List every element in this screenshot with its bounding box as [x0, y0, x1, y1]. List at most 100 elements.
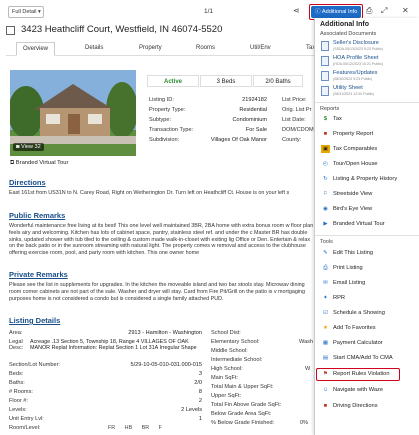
- detail-label: Levels:: [9, 407, 27, 413]
- tool-schedule-showing[interactable]: ☑ Schedule a Showing: [321, 309, 385, 317]
- tool-label: RPR: [333, 295, 346, 301]
- report-branded-virtual-tour[interactable]: ▶ Branded Virtual Tour: [321, 220, 384, 228]
- document-name: HOA Profile Sheet: [333, 55, 379, 61]
- external-link-icon: ⧉: [10, 160, 15, 166]
- document-icon: [321, 41, 329, 51]
- tool-rpr[interactable]: ✦ RPR: [321, 294, 345, 302]
- document-meta: (SSDA.05/13/2023 9:23 Public): [333, 47, 383, 51]
- private-remarks-heading: Private Remarks: [9, 270, 68, 279]
- tool-email-listing[interactable]: ✉ Email Listing: [321, 279, 365, 287]
- star-icon: ★: [322, 325, 329, 331]
- calendar-icon: ◴: [323, 161, 328, 167]
- report-tax[interactable]: $ Tax: [321, 115, 342, 123]
- tax-comparables-icon: ▣: [321, 145, 330, 153]
- detail-value: 3: [198, 371, 202, 377]
- chevron-down-icon: ▾: [37, 9, 41, 15]
- detail-view-value: Full Detail: [12, 9, 37, 15]
- detail-label: Section/Lot Number:: [9, 362, 60, 368]
- detail-label: Intermediate School:: [211, 357, 263, 363]
- dollar-icon: $: [323, 116, 328, 122]
- detail-label: Middle School:: [211, 348, 248, 354]
- tool-edit-listing[interactable]: ✎ Edit This Listing: [321, 249, 373, 257]
- public-remarks-heading: Public Remarks: [9, 211, 66, 220]
- document-item[interactable]: Seller's Disclosure (SSDA.05/13/2023 9:2…: [321, 40, 416, 53]
- expand-icon[interactable]: ⤢: [381, 6, 387, 16]
- field-label: List Price:: [282, 97, 307, 103]
- cma-icon: ▤: [322, 355, 329, 361]
- report-property-report[interactable]: ■ Property Report: [321, 130, 373, 138]
- tool-label: Payment Calculator: [333, 340, 383, 346]
- tool-label: Edit This Listing: [333, 250, 374, 256]
- detail-label: School Dist:: [211, 330, 241, 336]
- report-tax-comparables[interactable]: ▣ Tax Comparables: [321, 145, 377, 153]
- detail-label: High School:: [211, 366, 243, 372]
- detail-label: Legal Desc:: [9, 339, 24, 351]
- divider: [315, 235, 419, 236]
- report-listing-history[interactable]: ↻ Listing & Property History: [321, 175, 397, 183]
- document-name: Features/Updates: [333, 70, 378, 76]
- report-label: Tax: [333, 116, 342, 122]
- divider: [315, 102, 419, 103]
- edit-icon: ✎: [323, 250, 328, 256]
- field-label: Property Type:: [149, 107, 186, 113]
- virtual-tour-label: Branded Virtual Tour: [15, 160, 69, 166]
- branded-virtual-tour-link[interactable]: ⧉ Branded Virtual Tour: [10, 160, 68, 167]
- close-icon[interactable]: ✕: [402, 6, 409, 16]
- detail-label: Area:: [9, 330, 23, 336]
- detail-value: 0%: [300, 420, 309, 426]
- tool-label: Email Listing: [333, 280, 366, 286]
- detail-label: Below Grade Area SqFt:: [211, 411, 272, 417]
- tool-start-cma[interactable]: ▤ Start CMA/Add To CMA: [321, 354, 393, 362]
- photo-count-badge[interactable]: ◙ View 32: [13, 143, 44, 151]
- document-item[interactable]: Features/Updates (08/30/2023 9:23 Public…: [321, 70, 416, 83]
- detail-view-select[interactable]: Full Detail ▾: [8, 6, 44, 18]
- tab-property[interactable]: Property: [139, 45, 162, 51]
- detail-label: Total Fin Above Grade SqFt:: [211, 402, 282, 408]
- tab-overview[interactable]: Overview: [16, 42, 56, 56]
- field-label: Subdivision:: [149, 137, 180, 143]
- detail-label: Unit Entry Lvl:: [9, 416, 44, 422]
- report-tour-open-house[interactable]: ◴ Tour/Open House: [321, 160, 378, 168]
- report-birds-eye-view[interactable]: ◉ Bird's Eye View: [321, 205, 372, 213]
- listing-photo[interactable]: ◙ View 32: [10, 70, 136, 156]
- tool-navigate-waze[interactable]: ☺ Navigate with Waze: [321, 386, 383, 394]
- tab-util-env[interactable]: Util/Env: [250, 45, 271, 51]
- tool-payment-calculator[interactable]: ▦ Payment Calculator: [321, 339, 383, 347]
- tool-add-favorites[interactable]: ★ Add To Favorites: [321, 324, 376, 332]
- tool-driving-directions[interactable]: ■ Driving Directions: [321, 402, 378, 410]
- report-label: Tax Comparables: [333, 146, 378, 152]
- tab-details[interactable]: Details: [85, 45, 103, 51]
- camera-icon: ◙: [16, 144, 20, 150]
- document-item[interactable]: Utility Sheet (08/31/2023 12:00 Public): [321, 85, 416, 98]
- report-streetside-view[interactable]: ⚐ Streetside View: [321, 190, 372, 198]
- tool-label: Add To Favorites: [333, 325, 376, 331]
- pager: 1/1: [204, 8, 214, 15]
- detail-value: W: [305, 366, 311, 372]
- tab-rooms[interactable]: Rooms: [196, 45, 215, 51]
- document-item[interactable]: HOA Profile Sheet (HOA.05/12/2023 10:21 …: [321, 55, 416, 68]
- calculator-icon: ▦: [322, 340, 329, 346]
- report-label: Property Report: [333, 131, 374, 137]
- share-icon[interactable]: ⋖: [293, 6, 300, 16]
- document-meta: (HOA.05/12/2023 10:21 Public): [333, 62, 383, 66]
- document-name: Utility Sheet: [333, 85, 363, 91]
- detail-value: FR HB BR F: [108, 425, 162, 431]
- tools-heading: Tools: [320, 239, 333, 245]
- tool-label: Print Listing: [333, 265, 363, 271]
- detail-value: 5/29-10-05-010-031.000-015: [130, 362, 202, 368]
- field-label: County:: [282, 137, 302, 143]
- detail-label: Room/Level:: [9, 425, 41, 431]
- tool-label: Driving Directions: [333, 403, 378, 409]
- detail-label: Baths:: [9, 380, 25, 386]
- field-value: Villages Of Oak Manor: [210, 137, 267, 143]
- detail-value: 8: [198, 389, 202, 395]
- field-label: Listing ID:: [149, 97, 174, 103]
- field-label: List Date:: [282, 117, 306, 123]
- document-icon: [321, 71, 329, 81]
- detail-value: Wash: [299, 339, 314, 345]
- print-icon[interactable]: ⎙: [366, 6, 372, 16]
- document-icon: [321, 56, 329, 66]
- tool-print-listing[interactable]: ⎙ Print Listing: [321, 264, 363, 272]
- select-listing-checkbox[interactable]: [6, 26, 15, 35]
- rpr-icon: ✦: [323, 295, 328, 301]
